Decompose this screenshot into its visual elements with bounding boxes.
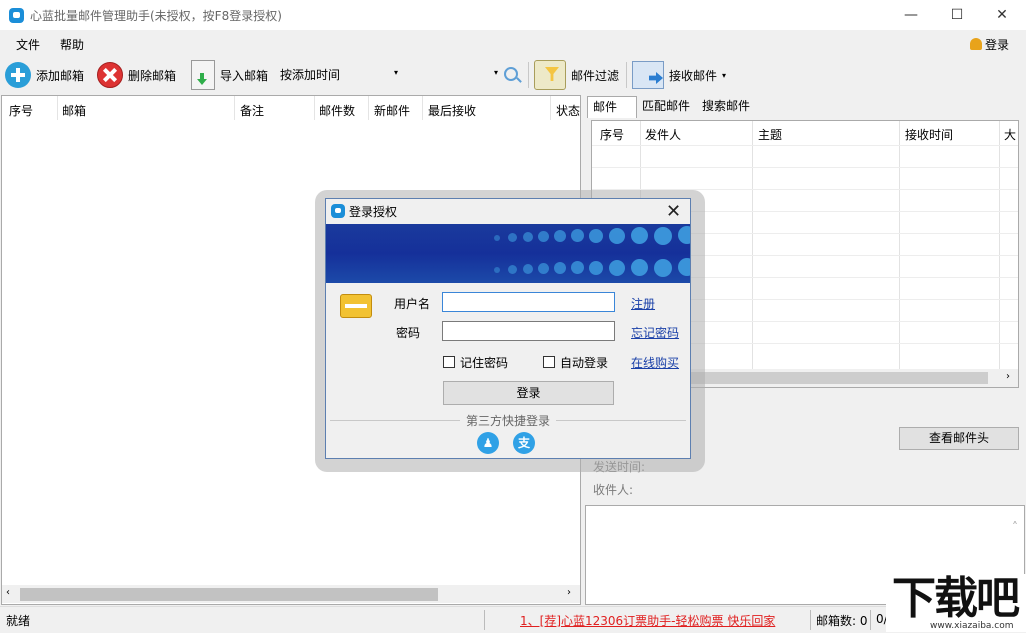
delete-icon <box>97 62 123 88</box>
remember-password-checkbox[interactable] <box>443 356 455 368</box>
dialog-title: 登录授权 <box>349 203 397 220</box>
receive-mail-icon <box>632 61 664 89</box>
remember-password-label[interactable]: 记住密码 <box>460 354 508 371</box>
column-divider <box>899 121 900 369</box>
close-button[interactable]: ✕ <box>979 0 1025 30</box>
watermark-text: 下载吧 <box>892 576 1018 622</box>
column-divider <box>368 96 369 120</box>
column-header[interactable]: 最后接收 <box>428 102 476 119</box>
password-field[interactable] <box>442 321 615 341</box>
column-header[interactable]: 备注 <box>240 102 264 119</box>
recipient-label: 收件人: <box>593 481 633 498</box>
forgot-password-link[interactable]: 忘记密码 <box>631 324 679 341</box>
column-header[interactable]: 发件人 <box>645 126 681 143</box>
sort-select[interactable]: 按添加时间 ▾ <box>280 66 398 84</box>
window-title: 心蓝批量邮件管理助手(未授权，按F8登录授权) <box>30 7 282 24</box>
scroll-right-icon[interactable]: › <box>567 587 571 598</box>
buy-online-link[interactable]: 在线购买 <box>631 354 679 371</box>
column-header[interactable]: 序号 <box>600 126 624 143</box>
maximize-button[interactable]: ☐ <box>934 0 980 30</box>
dialog-close-button[interactable]: ✕ <box>666 201 681 222</box>
delete-mailbox-label: 删除邮箱 <box>128 67 176 84</box>
column-divider <box>422 96 423 120</box>
import-mailbox-button[interactable]: 导入邮箱 <box>191 60 268 90</box>
add-mailbox-label: 添加邮箱 <box>36 67 84 84</box>
divider-line <box>556 420 686 421</box>
status-bar <box>0 606 1026 633</box>
sort-select-value: 按添加时间 <box>280 68 340 82</box>
username-label: 用户名 <box>394 295 430 312</box>
receive-mail-label: 接收邮件 <box>669 67 717 84</box>
key-icon <box>340 294 372 318</box>
column-header[interactable]: 邮件数 <box>319 102 355 119</box>
tab-search-mail[interactable]: 搜索邮件 <box>697 96 755 118</box>
search-icon[interactable] <box>504 67 518 81</box>
scrollbar-thumb[interactable] <box>20 588 438 601</box>
column-divider <box>314 96 315 120</box>
minimize-button[interactable]: — <box>888 0 934 30</box>
third-party-login-label: 第三方快捷登录 <box>466 412 550 429</box>
column-header[interactable]: 接收时间 <box>905 126 953 143</box>
table-row <box>592 145 1019 146</box>
register-link[interactable]: 注册 <box>631 295 655 312</box>
column-header[interactable]: 主题 <box>758 126 782 143</box>
column-divider <box>234 96 235 120</box>
user-icon <box>970 38 982 50</box>
menu-file[interactable]: 文件 <box>16 36 40 53</box>
chevron-down-icon: ▾ <box>394 68 398 77</box>
scroll-right-icon[interactable]: › <box>1006 371 1010 382</box>
mail-filter-button[interactable]: 邮件过滤 <box>534 60 619 90</box>
mailbox-count: 邮箱数: 0 <box>816 612 868 629</box>
column-header[interactable]: 序号 <box>9 102 33 119</box>
table-row <box>592 167 1019 168</box>
login-link[interactable]: 登录 <box>970 36 1009 53</box>
column-divider <box>57 96 58 120</box>
menu-bar <box>0 31 620 56</box>
dialog-app-icon <box>331 204 345 218</box>
login-label: 登录 <box>985 38 1009 52</box>
tab-matched-mail[interactable]: 匹配邮件 <box>637 96 695 118</box>
receive-mail-button[interactable]: 接收邮件 ▾ <box>632 60 726 90</box>
status-divider <box>870 610 871 630</box>
dialog-banner <box>326 224 690 283</box>
column-header[interactable]: 邮箱 <box>62 102 86 119</box>
column-divider <box>999 121 1000 369</box>
status-text: 就绪 <box>6 612 30 629</box>
column-header[interactable]: 新邮件 <box>374 102 410 119</box>
auto-login-checkbox[interactable] <box>543 356 555 368</box>
username-field[interactable] <box>442 292 615 312</box>
divider-line <box>330 420 460 421</box>
add-mailbox-button[interactable]: 添加邮箱 <box>5 60 84 90</box>
scroll-left-icon[interactable]: ‹ <box>6 587 10 598</box>
view-header-button[interactable]: 查看邮件头 <box>899 427 1019 450</box>
alipay-login-icon[interactable]: 支 <box>513 432 535 454</box>
column-divider <box>752 121 753 369</box>
status-divider <box>484 610 485 630</box>
status-divider <box>810 610 811 630</box>
qq-login-icon[interactable]: ♟ <box>477 432 499 454</box>
menu-help[interactable]: 帮助 <box>60 36 84 53</box>
password-label: 密码 <box>396 324 420 341</box>
column-header[interactable]: 状态 <box>556 102 580 119</box>
import-icon <box>191 60 215 90</box>
filter-icon <box>534 60 566 90</box>
chevron-down-icon: ▾ <box>494 68 498 77</box>
import-mailbox-label: 导入邮箱 <box>220 67 268 84</box>
chevron-down-icon: ▾ <box>722 71 726 80</box>
filter-select[interactable]: ▾ <box>402 66 498 84</box>
tab-mail[interactable]: 邮件 <box>587 96 637 118</box>
delete-mailbox-button[interactable]: 删除邮箱 <box>97 60 176 90</box>
toolbar-divider <box>528 62 529 88</box>
column-header[interactable]: 大 <box>1004 126 1016 143</box>
app-icon <box>9 8 24 23</box>
auto-login-label[interactable]: 自动登录 <box>560 354 608 371</box>
mail-filter-label: 邮件过滤 <box>571 67 619 84</box>
ad-link[interactable]: 1、[荐]心蓝12306订票助手-轻松购票 快乐回家 <box>520 612 775 629</box>
toolbar-divider <box>626 62 627 88</box>
column-divider <box>550 96 551 120</box>
add-icon <box>5 62 31 88</box>
dialog-login-button[interactable]: 登录 <box>443 381 614 405</box>
scroll-up-icon[interactable]: ˄ <box>1012 520 1018 534</box>
watermark-url: www.xiazaiba.com <box>930 621 1014 631</box>
